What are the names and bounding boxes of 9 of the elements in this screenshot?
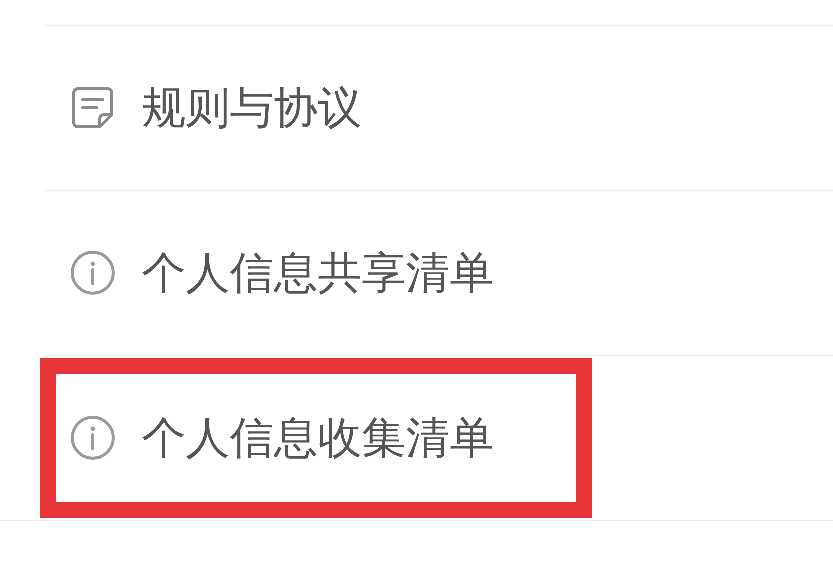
highlighted-menu-item[interactable]: 个人信息收集清单 <box>40 358 592 518</box>
menu-item-label: 规则与协议 <box>142 82 362 136</box>
menu-item[interactable]: 个人信息共享清单 <box>45 191 494 355</box>
menu-item[interactable]: 规则与协议 <box>45 26 362 190</box>
info-icon <box>70 415 116 461</box>
menu-item-label: 个人信息收集清单 <box>142 412 494 466</box>
menu-item-label: 个人信息共享清单 <box>142 246 494 300</box>
document-icon <box>70 85 116 131</box>
info-icon <box>70 250 116 296</box>
